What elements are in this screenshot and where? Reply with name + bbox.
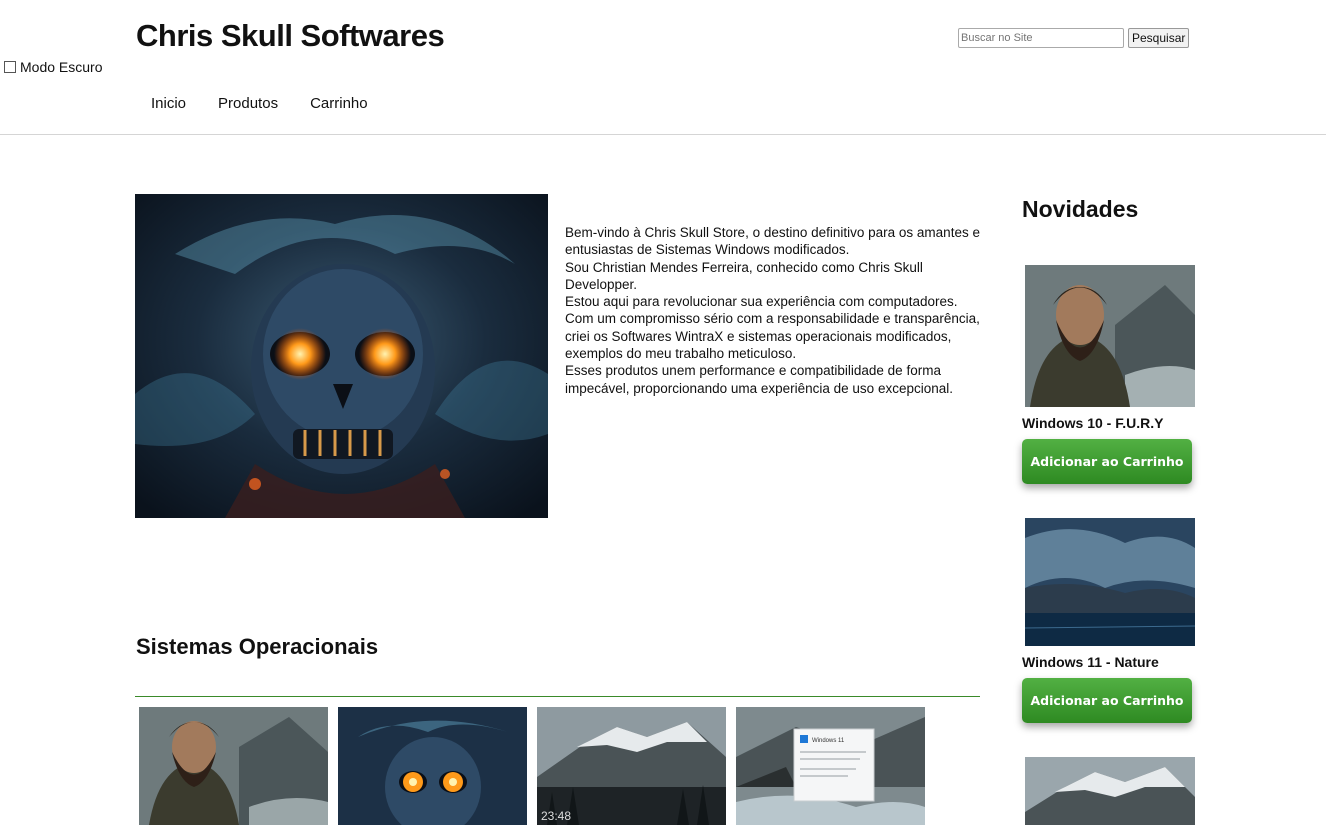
clock-label: 23:48 <box>541 809 572 823</box>
os-card-windows11[interactable]: Windows 11 <box>736 707 925 825</box>
hero-paragraph: Com um compromisso sério com a responsab… <box>565 311 980 362</box>
news-item-windows11: Windows 11 - Nature Adicionar ao Carrinh… <box>1022 518 1197 723</box>
hero-paragraph: Sou Christian Mendes Ferreira, conhecido… <box>565 259 923 292</box>
add-to-cart-button[interactable]: Adicionar ao Carrinho <box>1022 439 1192 484</box>
add-to-cart-button[interactable]: Adicionar ao Carrinho <box>1022 678 1192 723</box>
site-title: Chris Skull Softwares <box>136 18 445 53</box>
hero-skull-image <box>135 194 548 518</box>
header-divider <box>0 134 1326 135</box>
news-item-windows10: Windows 10 - F.U.R.Y Adicionar ao Carrin… <box>1022 265 1197 484</box>
nav-produtos[interactable]: Produtos <box>218 95 278 112</box>
section-divider <box>135 696 980 697</box>
hero-paragraph: Estou aqui para revolucionar sua experiê… <box>565 294 958 310</box>
dark-mode-label: Modo Escuro <box>20 59 103 75</box>
os-card-mountain[interactable]: 23:48 <box>537 707 726 825</box>
os-grid: 23:48 Windows 11 <box>139 707 925 825</box>
news-image-bearded-man[interactable] <box>1025 265 1195 407</box>
os-card-bearded-man[interactable] <box>139 707 328 825</box>
news-product-name: Windows 10 - F.U.R.Y <box>1022 415 1164 431</box>
section-title: Sistemas Operacionais <box>136 634 379 659</box>
windows-badge-text: Windows 11 <box>812 738 845 744</box>
os-card-skull[interactable] <box>338 707 527 825</box>
nav-inicio[interactable]: Inicio <box>151 95 186 112</box>
news-product-name: Windows 11 - Nature <box>1022 654 1159 670</box>
search-input[interactable] <box>958 28 1124 48</box>
news-image-mountain[interactable] <box>1025 757 1195 825</box>
hero-paragraph: Esses produtos unem performance e compat… <box>565 363 953 396</box>
main-nav: Inicio Produtos Carrinho <box>151 95 368 112</box>
dark-mode-checkbox[interactable] <box>4 61 16 73</box>
search-button[interactable]: Pesquisar <box>1128 28 1190 48</box>
dark-mode-toggle[interactable]: Modo Escuro <box>4 59 102 75</box>
news-title: Novidades <box>1022 196 1139 222</box>
search-form: Pesquisar <box>958 28 1190 48</box>
hero-description: Bem-vindo à Chris Skull Store, o destino… <box>565 224 985 397</box>
hero-paragraph: Bem-vindo à Chris Skull Store, o destino… <box>565 225 980 258</box>
news-image-stormy-lake[interactable] <box>1025 518 1195 646</box>
nav-carrinho[interactable]: Carrinho <box>310 95 368 112</box>
news-item-mountain <box>1022 757 1197 825</box>
